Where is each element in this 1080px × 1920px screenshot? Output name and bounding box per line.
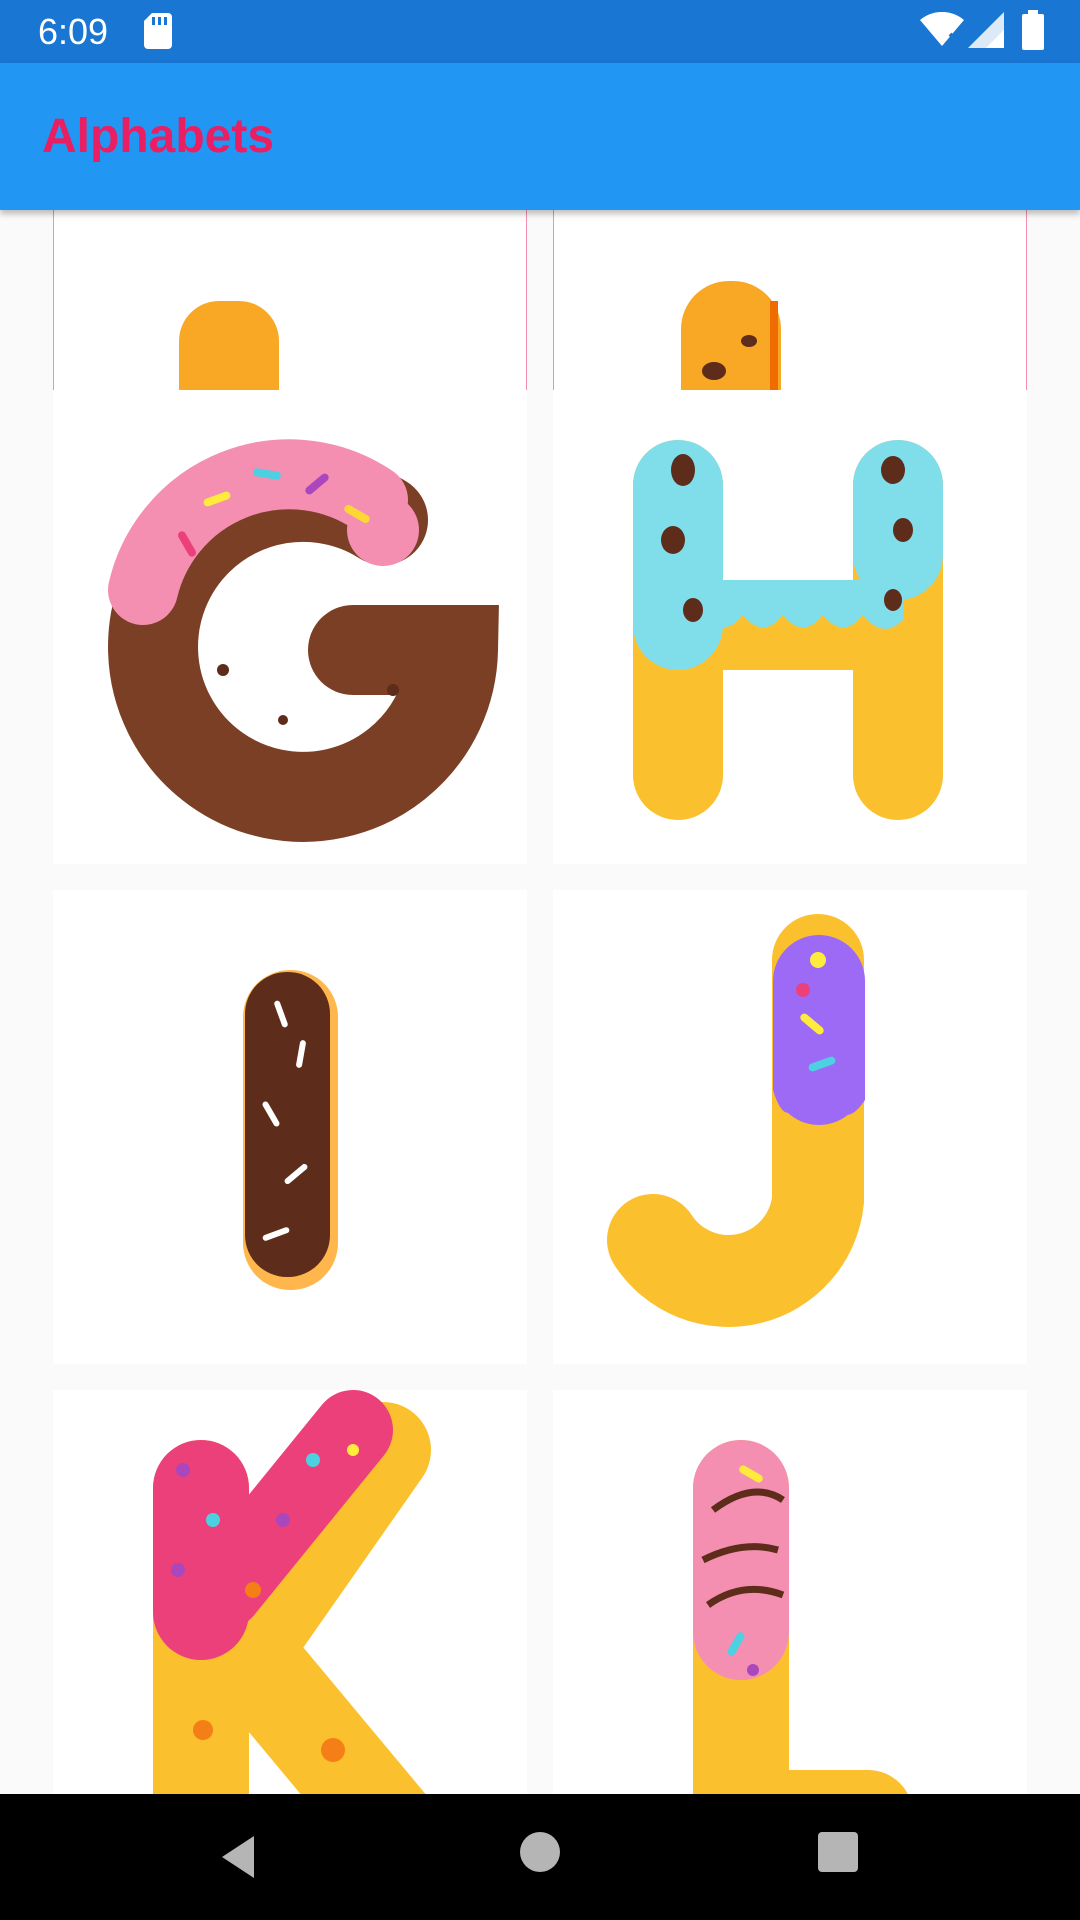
letter-tile-h[interactable]: [553, 390, 1027, 864]
sd-card-icon: [144, 13, 172, 49]
letter-g-image: [108, 439, 500, 842]
letter-i-image: [243, 970, 338, 1290]
letter-tile-j[interactable]: [553, 890, 1027, 1364]
status-bar: 6:09: [0, 0, 1080, 63]
letter-l-image: [693, 1440, 908, 1794]
app-title: Alphabets: [42, 110, 275, 163]
battery-icon: [1022, 10, 1044, 50]
letter-k-image: [153, 1390, 431, 1794]
letter-tile-g[interactable]: [53, 390, 527, 864]
wifi-icon: [920, 12, 964, 46]
navigation-bar: [0, 1794, 1080, 1920]
recent-apps-icon[interactable]: [818, 1832, 858, 1872]
status-time: 6:09: [38, 11, 109, 52]
app-bar: Alphabets: [0, 63, 1080, 210]
signal-icon: [968, 12, 1004, 48]
letter-j-image: [607, 914, 865, 1327]
home-icon[interactable]: [520, 1832, 560, 1872]
back-icon[interactable]: [214, 1832, 264, 1882]
letter-tile-k[interactable]: [53, 1390, 527, 1794]
alphabet-grid[interactable]: [0, 210, 1080, 1794]
letter-h-image: [633, 440, 943, 820]
letter-tile-i[interactable]: [53, 890, 527, 1364]
letter-tile-l[interactable]: [553, 1390, 1027, 1794]
